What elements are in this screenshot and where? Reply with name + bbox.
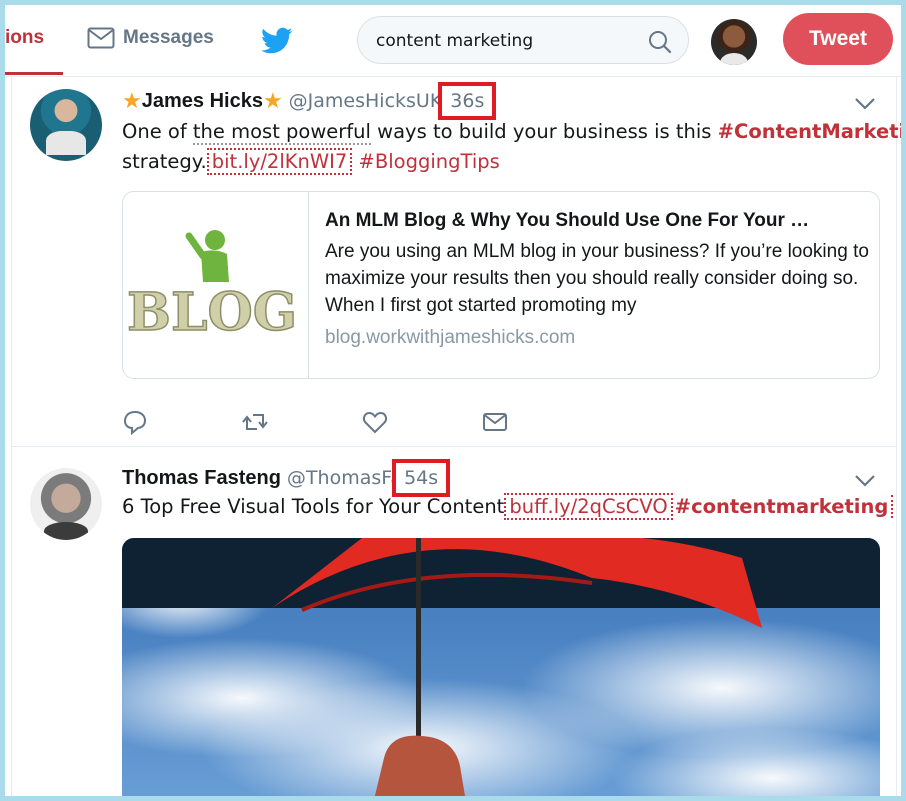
profile-avatar[interactable] [711, 19, 757, 65]
blog-graphic: BLOG [126, 230, 298, 344]
tweet-header: ★ James Hicks ★ @JamesHicksUK 36s [122, 82, 497, 120]
hashtag-link[interactable]: #BloggingTips [359, 150, 500, 173]
umbrella-sky-image [122, 538, 880, 796]
chevron-down-icon[interactable] [854, 97, 876, 111]
retweet-icon[interactable] [242, 409, 268, 435]
tweet-actions [122, 409, 602, 435]
card-description: Are you using an MLM blog in your busine… [325, 241, 869, 316]
avatar[interactable] [30, 89, 102, 161]
author-handle[interactable]: @ThomasFa [287, 467, 402, 489]
top-nav: ions Messages Tweet [5, 5, 901, 77]
author-name[interactable]: James Hicks [142, 90, 263, 113]
nav-notifications-tab[interactable]: ions [5, 27, 63, 75]
star-icon: ★ [122, 88, 142, 113]
chevron-down-icon[interactable] [854, 474, 876, 488]
avatar[interactable] [30, 468, 102, 540]
tweet[interactable]: Thomas Fasteng @ThomasFa 54s 6 Top Free … [12, 448, 896, 796]
envelope-icon [87, 27, 115, 49]
reply-icon[interactable] [122, 409, 148, 435]
tweet-photo[interactable] [122, 538, 880, 796]
card-body: An MLM Blog & Why You Should Use One For… [325, 210, 871, 349]
tweet-header: Thomas Fasteng @ThomasFa 54s [122, 459, 451, 497]
tweet-button[interactable]: Tweet [783, 13, 893, 65]
hashtag-link[interactable]: #contentmarketing [672, 495, 894, 518]
hashtag-link[interactable]: #ContentMarketing [718, 120, 901, 143]
nav-messages-label: Messages [123, 27, 214, 48]
star-icon: ★ [262, 88, 283, 113]
card-title[interactable]: An MLM Blog & Why You Should Use One For… [325, 210, 871, 232]
svg-text:BLOG: BLOG [127, 282, 297, 343]
direct-message-icon[interactable] [482, 409, 508, 435]
screenshot-frame: ions Messages Tweet ★ [0, 0, 906, 801]
tweet-text: 6 Top Free Visual Tools for Your Content… [122, 492, 894, 522]
search-icon[interactable] [648, 30, 672, 54]
search-box [357, 16, 689, 64]
link-preview-card[interactable]: BLOG An MLM Blog & Why You Should Use On… [122, 191, 880, 379]
card-image: BLOG [123, 192, 309, 378]
tweet-timestamp[interactable]: 36s [438, 82, 497, 120]
nav-messages-tab[interactable]: Messages [87, 27, 214, 49]
tweet[interactable]: ★ James Hicks ★ @JamesHicksUK 36s One of… [12, 77, 901, 447]
tweet-text: One of the most powerful ways to build y… [122, 117, 901, 177]
like-heart-icon[interactable] [362, 409, 388, 435]
author-name[interactable]: Thomas Fasteng [122, 467, 281, 490]
search-input[interactable] [376, 29, 636, 53]
card-url[interactable]: blog.workwithjameshicks.com [325, 327, 871, 349]
tweet-link[interactable]: buff.ly/2qCsCVO [504, 493, 673, 520]
twitter-bird-icon[interactable] [261, 27, 293, 55]
tweet-link[interactable]: bit.ly/2lKnWI7 [206, 148, 353, 175]
author-handle[interactable]: @JamesHicksUK [289, 90, 443, 112]
timeline: ★ James Hicks ★ @JamesHicksUK 36s One of… [11, 77, 901, 796]
